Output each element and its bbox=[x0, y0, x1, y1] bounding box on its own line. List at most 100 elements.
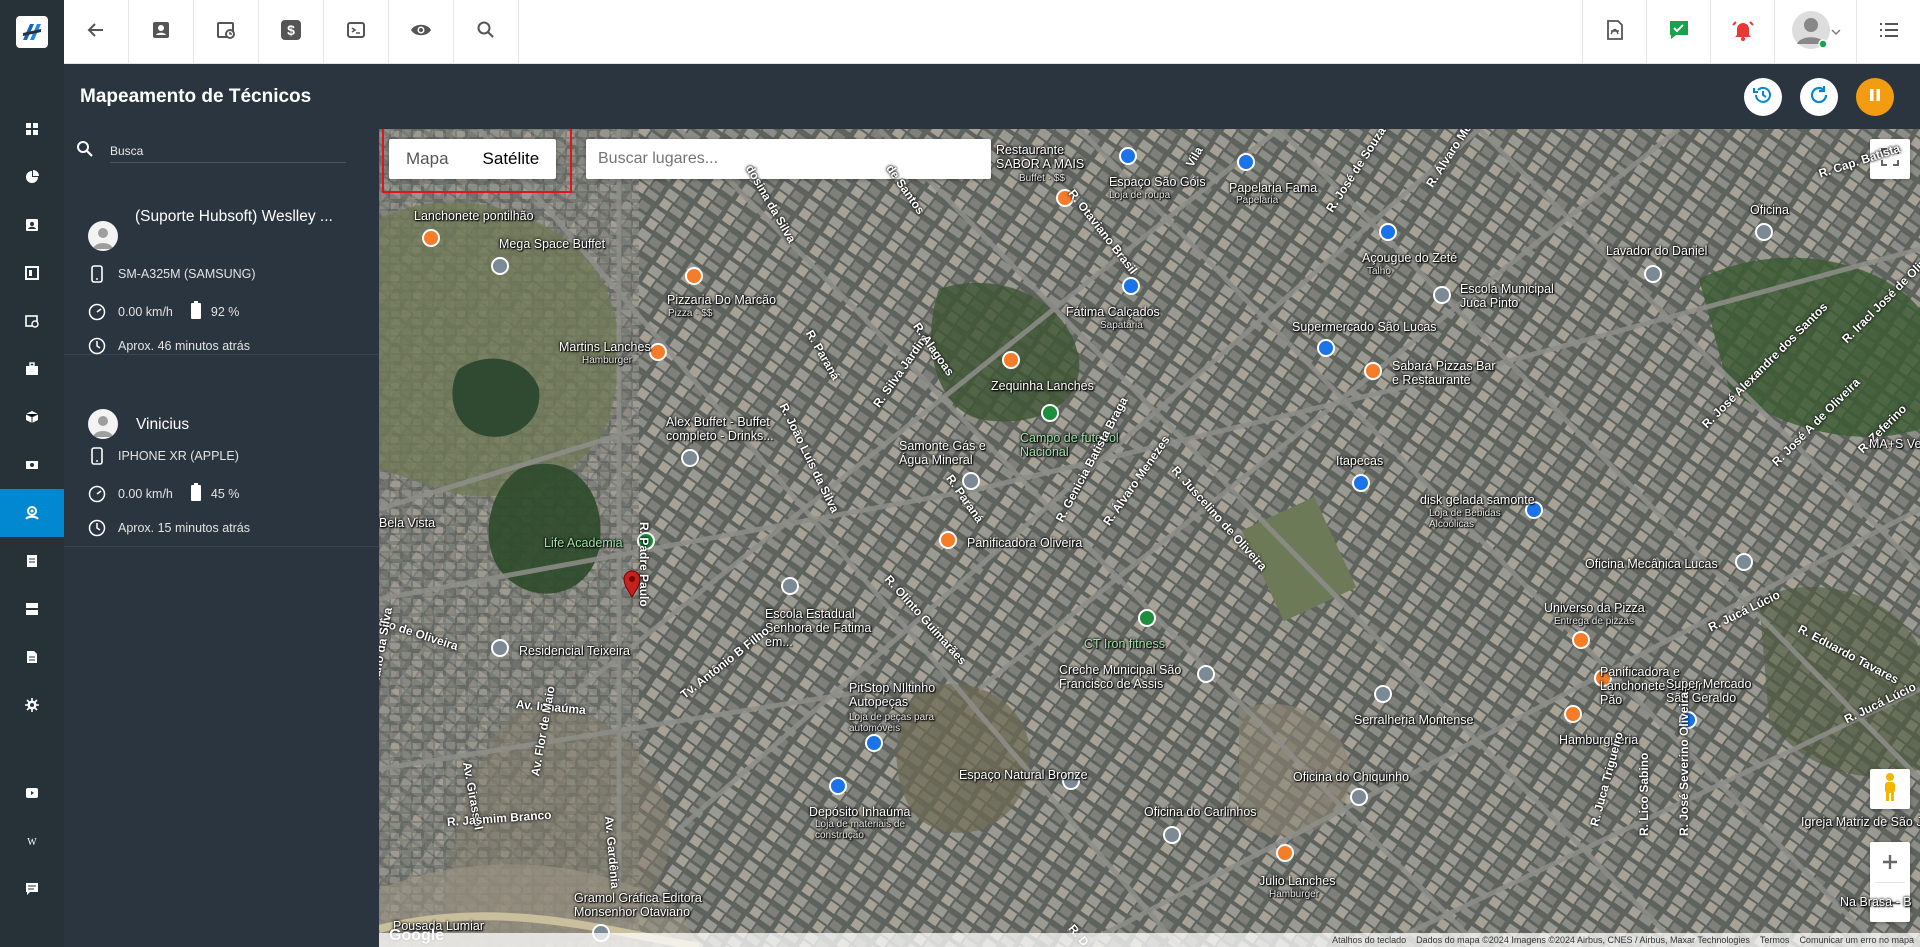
poi-pin[interactable] bbox=[1317, 339, 1335, 357]
list-menu-icon bbox=[1879, 21, 1899, 44]
sidebar-item-clients[interactable] bbox=[0, 201, 64, 249]
places-search-input[interactable] bbox=[586, 139, 991, 179]
poi-pin[interactable] bbox=[1755, 223, 1773, 241]
sidebar-item-network[interactable] bbox=[0, 585, 64, 633]
terms-link[interactable]: Termos bbox=[1760, 933, 1790, 947]
poi-sublabel: Pizza · $$ bbox=[668, 308, 713, 319]
sidebar-item-contracts[interactable] bbox=[0, 633, 64, 681]
poi-label: Na Brasa - B bbox=[1840, 895, 1912, 909]
keyboard-shortcuts-link[interactable]: Atalhos do teclado bbox=[1332, 933, 1406, 947]
poi-pin[interactable] bbox=[1122, 277, 1140, 295]
app-logo[interactable] bbox=[0, 0, 64, 64]
device-name: IPHONE XR (APPLE) bbox=[118, 449, 239, 463]
messages-button[interactable] bbox=[1646, 0, 1710, 64]
pegman-icon bbox=[1881, 772, 1899, 807]
poi-pin[interactable] bbox=[1350, 788, 1368, 806]
poi-label: Lavador do Daniel bbox=[1606, 244, 1708, 258]
poi-pin[interactable] bbox=[491, 257, 509, 275]
sidebar-item-wiki[interactable]: W bbox=[0, 817, 64, 865]
poi-pin[interactable] bbox=[1002, 351, 1020, 369]
report-error-link[interactable]: Comunicar um erro no mapa bbox=[1799, 933, 1914, 947]
sidebar-item-jobs[interactable] bbox=[0, 345, 64, 393]
sidebar-item-technician-map[interactable] bbox=[0, 489, 64, 537]
technician-card[interactable]: (Suporte Hubsoft) Weslley ... SM-A325M (… bbox=[64, 207, 379, 355]
poi-pin[interactable] bbox=[939, 531, 957, 549]
poi-label: Life Academia bbox=[544, 536, 623, 550]
financial-button[interactable]: $ bbox=[259, 0, 324, 64]
view-button[interactable] bbox=[389, 0, 454, 64]
map-user-icon bbox=[25, 506, 39, 520]
list-menu-button[interactable] bbox=[1856, 0, 1920, 64]
speedometer-icon bbox=[88, 485, 106, 503]
back-button[interactable] bbox=[64, 0, 129, 64]
poi-pin[interactable] bbox=[1276, 844, 1294, 862]
board-icon bbox=[25, 266, 39, 280]
poi-pin[interactable] bbox=[865, 734, 883, 752]
user-menu[interactable] bbox=[1774, 0, 1856, 64]
poi-label: Pizzaria Do Marcão bbox=[667, 293, 777, 307]
refresh-button[interactable] bbox=[1800, 78, 1838, 116]
search-button[interactable] bbox=[454, 0, 519, 64]
sidebar-item-reports[interactable] bbox=[0, 153, 64, 201]
street-view-button[interactable] bbox=[1870, 769, 1910, 809]
zoom-in-button[interactable] bbox=[1882, 842, 1898, 882]
poi-pin[interactable] bbox=[1572, 631, 1590, 649]
poi-pin[interactable] bbox=[781, 577, 799, 595]
refresh-icon bbox=[1808, 84, 1830, 111]
speed: 0.00 km/h bbox=[118, 304, 173, 319]
poi-pin[interactable] bbox=[491, 639, 509, 657]
poi-sublabel: Talho bbox=[1367, 266, 1391, 277]
poi-pin[interactable] bbox=[1041, 404, 1059, 422]
sidebar-item-dashboard[interactable] bbox=[0, 105, 64, 153]
poi-pin[interactable] bbox=[1364, 362, 1382, 380]
poi-label: Creche Municipal São Francisco de Assis bbox=[1059, 663, 1182, 691]
satellite-map[interactable]: Mapa Satélite Lanchonete pontilhão Mega … bbox=[379, 129, 1920, 947]
terminal-button[interactable] bbox=[324, 0, 389, 64]
sidebar-item-chat[interactable] bbox=[0, 865, 64, 913]
pause-button[interactable] bbox=[1856, 78, 1894, 116]
poi-pin[interactable] bbox=[1564, 705, 1582, 723]
poi-pin[interactable] bbox=[1138, 609, 1156, 627]
page-header: Mapeamento de Técnicos bbox=[64, 64, 1920, 129]
device-name: SM-A325M (SAMSUNG) bbox=[118, 267, 256, 281]
poi-pin[interactable] bbox=[1644, 265, 1662, 283]
poi-sublabel: Loja de peças para automóveis bbox=[849, 712, 935, 734]
contacts-button[interactable] bbox=[129, 0, 194, 64]
poi-pin[interactable] bbox=[1433, 286, 1451, 304]
sidebar-item-finance[interactable] bbox=[0, 441, 64, 489]
sidebar-item-documents[interactable] bbox=[0, 537, 64, 585]
poi-label: Depósito Inhaúma bbox=[809, 805, 911, 819]
smartphone-icon bbox=[88, 265, 106, 283]
sidebar-item-schedule[interactable] bbox=[0, 297, 64, 345]
speedometer-icon bbox=[88, 303, 106, 321]
technician-card[interactable]: Vinicius IPHONE XR (APPLE) 0.00 km/h 45 %… bbox=[64, 407, 379, 547]
sidebar-item-settings[interactable] bbox=[0, 681, 64, 729]
poi-pin[interactable] bbox=[681, 449, 699, 467]
poi-pin[interactable] bbox=[1379, 223, 1397, 241]
poi-pin[interactable] bbox=[1374, 685, 1392, 703]
alarms-button[interactable] bbox=[1710, 0, 1774, 64]
poi-pin[interactable] bbox=[649, 343, 667, 361]
schedule-button[interactable] bbox=[194, 0, 259, 64]
poi-pin[interactable] bbox=[1352, 474, 1370, 492]
smartphone-icon bbox=[88, 447, 106, 465]
search-input[interactable] bbox=[110, 139, 346, 163]
poi-pin[interactable] bbox=[1735, 553, 1753, 571]
poi-pin[interactable] bbox=[1237, 153, 1255, 171]
sidebar-item-stock[interactable] bbox=[0, 393, 64, 441]
poi-pin[interactable] bbox=[685, 267, 703, 285]
poi-pin[interactable] bbox=[1163, 826, 1181, 844]
sidebar-item-board[interactable] bbox=[0, 249, 64, 297]
poi-pin[interactable] bbox=[829, 777, 847, 795]
poi-pin[interactable] bbox=[422, 229, 440, 247]
poi-sublabel: Buffet · $$ bbox=[1019, 173, 1065, 184]
search-icon bbox=[476, 20, 496, 45]
clock-icon bbox=[88, 519, 106, 537]
history-button[interactable] bbox=[1744, 78, 1782, 116]
last-seen: Aprox. 15 minutos atrás bbox=[118, 521, 251, 535]
poi-pin[interactable] bbox=[1119, 147, 1137, 165]
pdf-button[interactable] bbox=[1582, 0, 1646, 64]
poi-label: Alex Buffet - Buffet completo - Drinks..… bbox=[666, 415, 774, 443]
sidebar-item-videos[interactable] bbox=[0, 769, 64, 817]
poi-pin[interactable] bbox=[1197, 665, 1215, 683]
